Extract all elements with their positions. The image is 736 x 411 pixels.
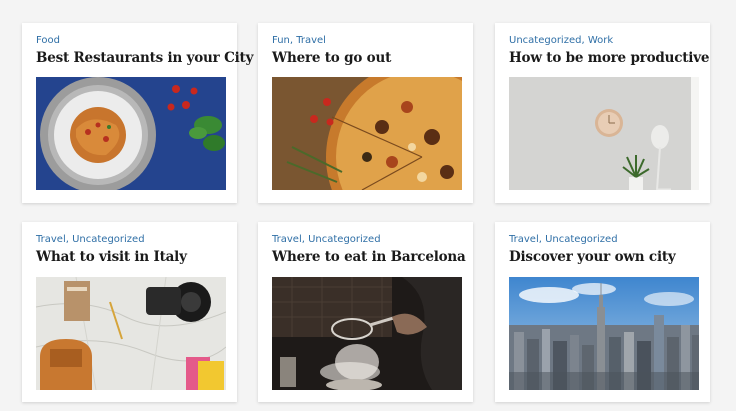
post-card: Fun, Travel Where to go out <box>258 23 473 203</box>
post-title[interactable]: Where to go out <box>272 50 391 66</box>
travel-map-image[interactable] <box>36 277 226 390</box>
post-categories: Travel, Uncategorized <box>36 234 145 245</box>
post-card: Travel, Uncategorized Discover your own … <box>495 222 710 402</box>
pasta-plate-image[interactable] <box>36 77 226 190</box>
category-link[interactable]: Uncategorized, Work <box>509 35 613 46</box>
post-title[interactable]: Discover your own city <box>509 249 676 265</box>
post-title[interactable]: What to visit in Italy <box>36 249 187 265</box>
post-card: Travel, Uncategorized What to visit in I… <box>22 222 237 402</box>
category-link[interactable]: Travel, Uncategorized <box>272 234 381 245</box>
flour-sifting-image[interactable] <box>272 277 462 390</box>
city-skyline-image[interactable] <box>509 277 699 390</box>
post-categories: Food <box>36 35 60 46</box>
wall-clock-plant-image[interactable] <box>509 77 699 190</box>
post-title[interactable]: Where to eat in Barcelona <box>272 249 466 265</box>
post-title[interactable]: Best Restaurants in your City <box>36 50 253 66</box>
pizza-image[interactable] <box>272 77 462 190</box>
post-card: Food Best Restaurants in your City <box>22 23 253 203</box>
category-link[interactable]: Travel, Uncategorized <box>509 234 618 245</box>
post-categories: Travel, Uncategorized <box>509 234 618 245</box>
post-card: Uncategorized, Work How to be more produ… <box>495 23 710 203</box>
category-link[interactable]: Food <box>36 35 60 46</box>
post-title[interactable]: How to be more productive <box>509 50 709 66</box>
category-link[interactable]: Travel, Uncategorized <box>36 234 145 245</box>
post-card: Travel, Uncategorized Where to eat in Ba… <box>258 222 473 402</box>
category-link[interactable]: Fun, Travel <box>272 35 326 46</box>
post-categories: Uncategorized, Work <box>509 35 613 46</box>
post-grid: Food Best Restaurants in your City Fun, … <box>0 0 736 411</box>
post-categories: Fun, Travel <box>272 35 326 46</box>
post-categories: Travel, Uncategorized <box>272 234 381 245</box>
